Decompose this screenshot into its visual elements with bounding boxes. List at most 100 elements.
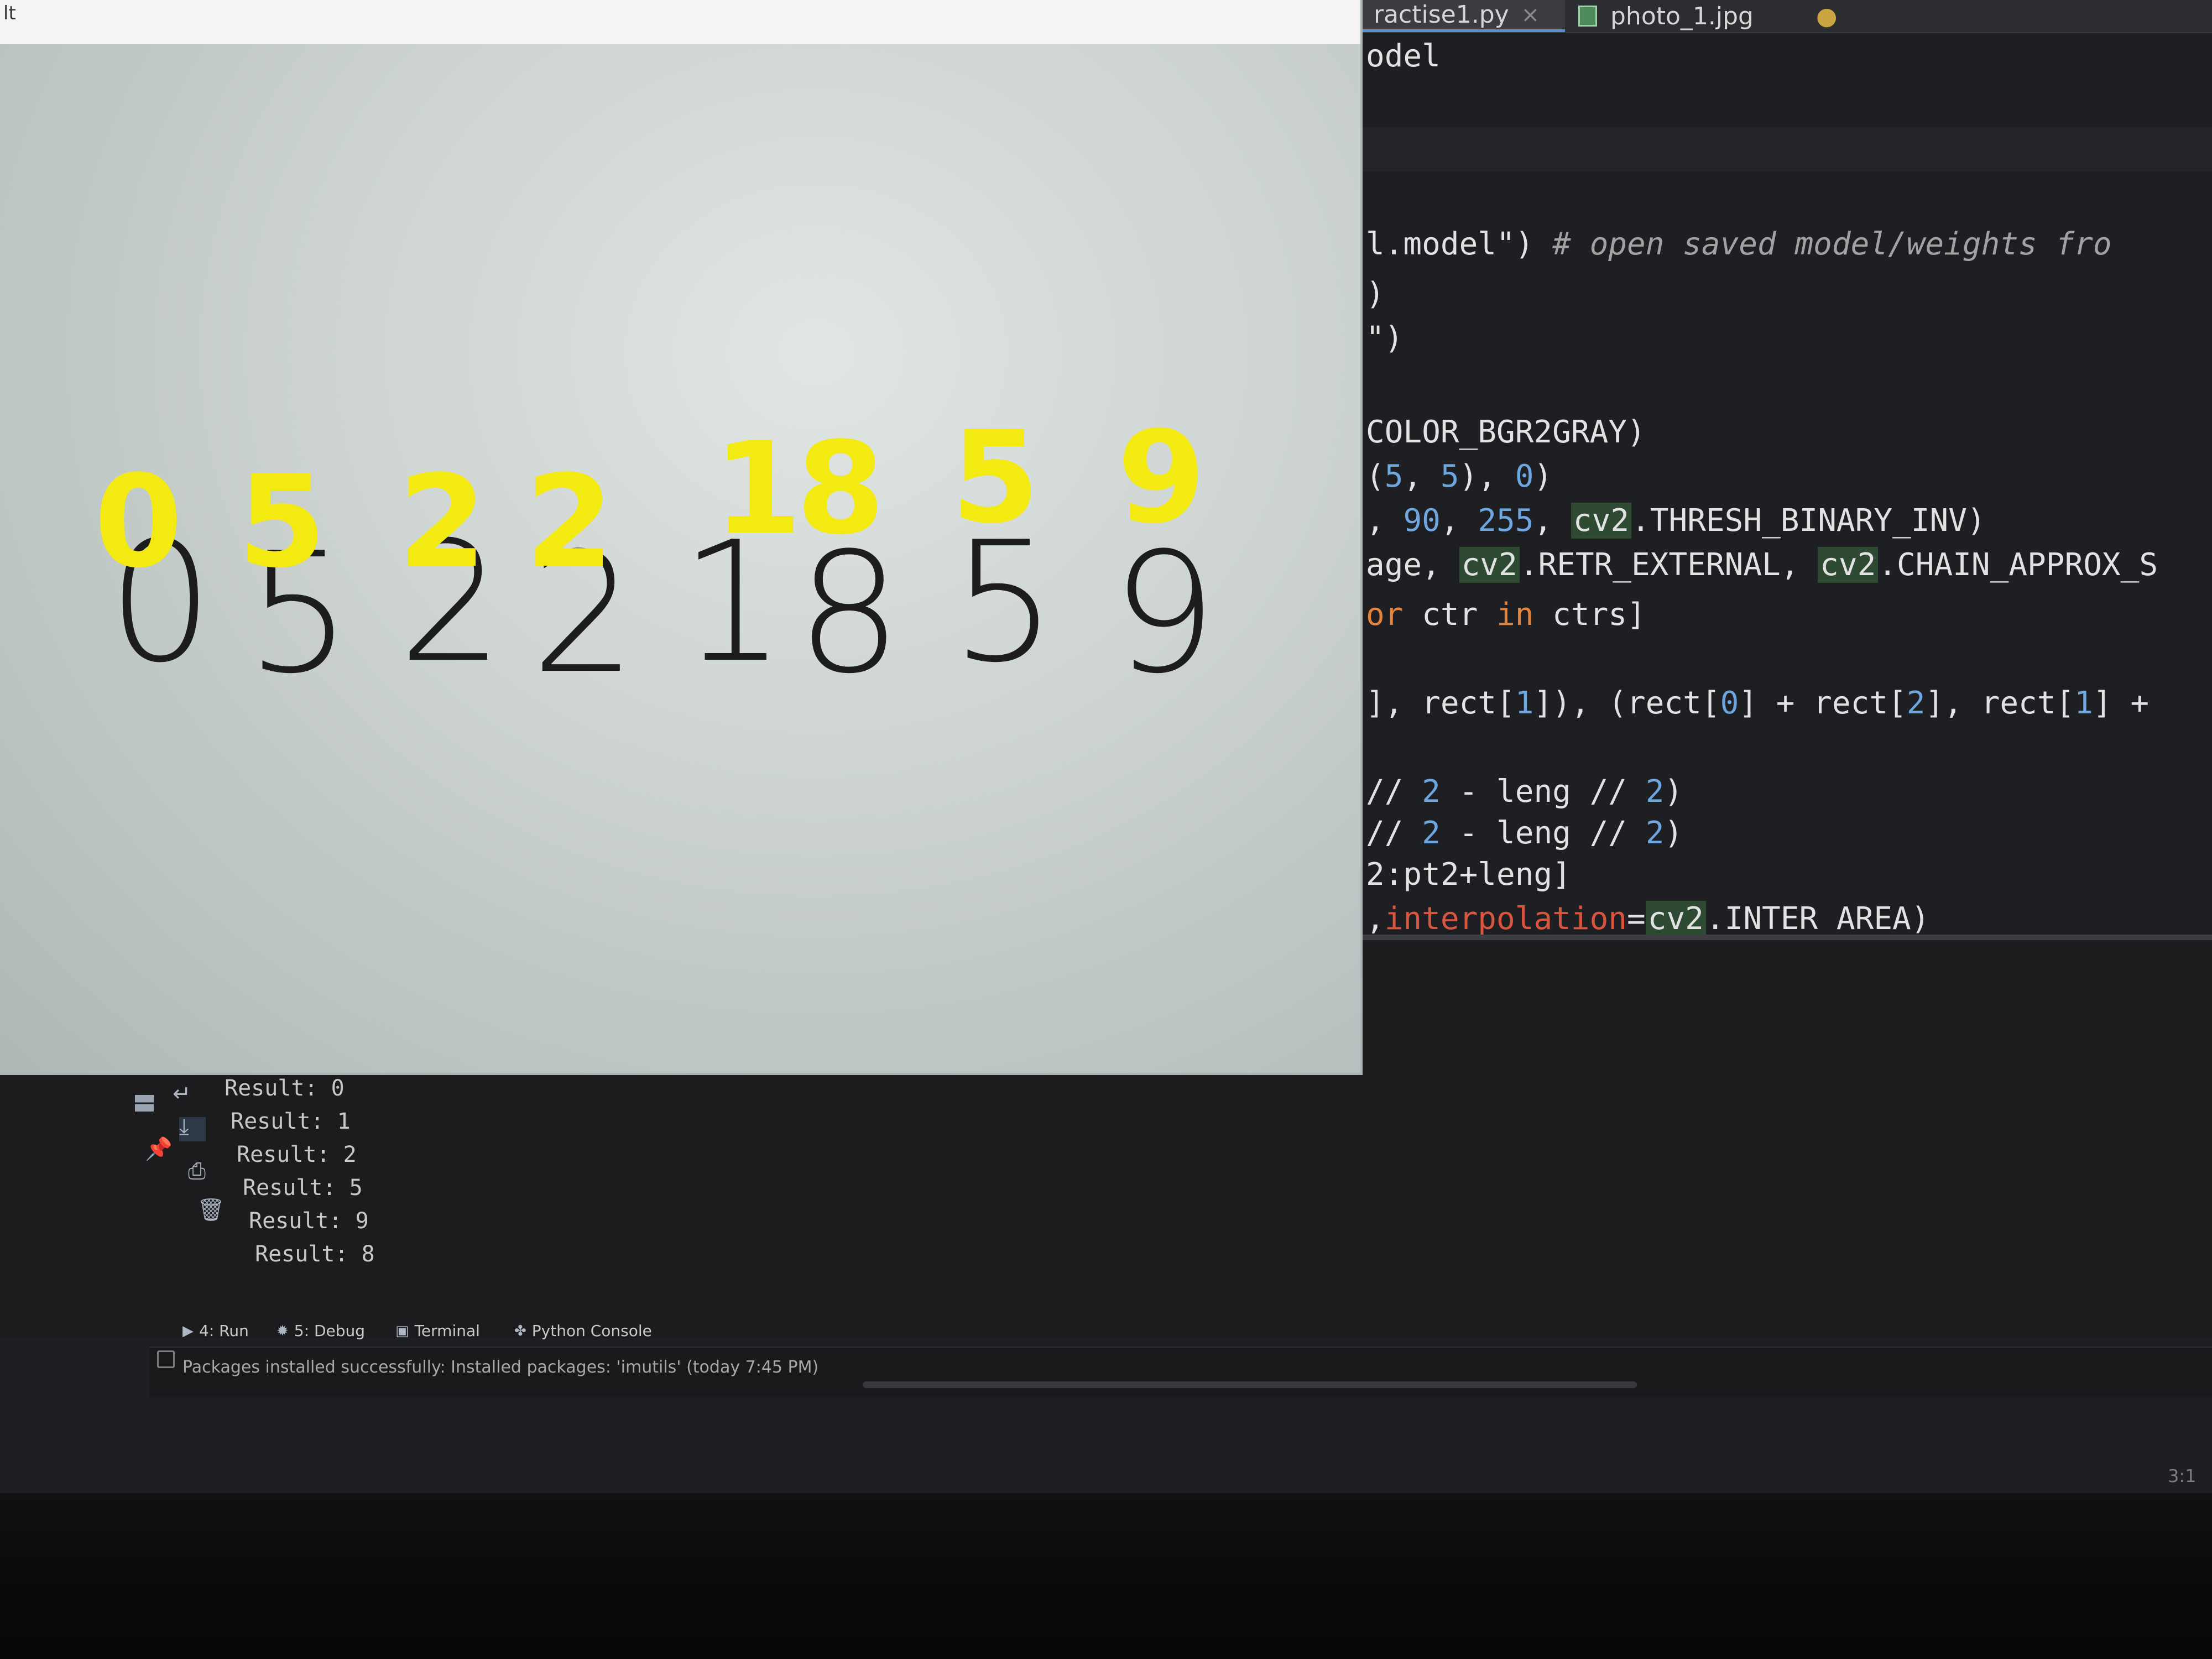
tool-tab-debug[interactable]: ✹ 5: Debug [276,1322,365,1340]
window-title: lt [3,2,16,24]
code-token: ] + rect[ [1739,685,1907,721]
code-token: ], rect[ [1925,685,2075,721]
predicted-digit-label: 8 [796,415,885,563]
event-log-icon[interactable] [157,1350,175,1368]
code-token: ), [1459,458,1515,494]
code-line[interactable]: COLOR_BGR2GRAY) [1366,415,1646,450]
code-token: .THRESH_BINARY_INV) [1631,503,1986,539]
result-line: Result: 9 [249,1208,369,1234]
predicted-digit-label: 5 [238,448,327,596]
code-token: cv2 [1459,547,1520,583]
predicted-digit-label: 2 [525,448,614,596]
code-token: 5 [1440,458,1459,494]
code-token: , [1533,503,1571,539]
monitor-bezel [0,1493,2212,1659]
code-token: 2 [1422,774,1441,810]
tab-label: ● [1816,2,1838,30]
soft-wrap-icon[interactable]: ↵ [173,1083,195,1105]
code-token: ctr [1403,597,1497,633]
code-token: = [1627,901,1646,937]
predicted-digit-label: 9 [1117,404,1206,552]
tab-practise1-py[interactable]: ractise1.py × [1360,0,1565,32]
code-token: ") [1366,320,1404,356]
code-token: odel [1366,38,1441,74]
code-token: 5 [1384,458,1404,494]
tool-tab-label: 5: Debug [294,1322,366,1340]
code-line[interactable]: age, cv2.RETR_EXTERNAL, cv2.CHAIN_APPROX… [1366,547,2158,583]
code-line[interactable]: odel [1366,39,1441,74]
code-token: , [1366,503,1404,539]
code-token: cv2 [1818,547,1879,583]
code-token: ctrs] [1533,597,1646,633]
horizontal-scrollbar[interactable] [863,1381,1637,1388]
tool-tab-label: Terminal [414,1322,480,1340]
tool-tab-label: Python Console [531,1322,652,1340]
code-token: .CHAIN_APPROX_S [1878,547,2158,583]
code-line[interactable]: ) [1366,276,1385,312]
layout-icon[interactable] [135,1095,154,1112]
code-token: - leng // [1440,774,1646,810]
code-token: .INTER_AREA) [1705,901,1930,937]
code-token: l.model") [1366,226,1534,262]
python-icon: ✤ [514,1322,526,1339]
predicted-digit-label: 0 [94,448,183,596]
close-icon[interactable]: × [1521,2,1540,28]
code-token: ( [1366,458,1385,494]
predicted-digit-label: 1 [713,415,802,563]
pin-icon[interactable]: 📌 [145,1138,173,1160]
editor-highlight-strip [1360,127,2212,171]
tool-tab-terminal[interactable]: ▣ Terminal [395,1322,480,1340]
predicted-digit-label: 2 [398,448,487,596]
predicted-digit-label: 5 [951,404,1040,552]
editor-tab-strip: ractise1.py × photo_1.jpg ● [1360,0,2212,33]
code-token: 1 [1515,685,1534,721]
handwritten-digit: 9 [1112,517,1217,710]
code-line[interactable]: (5, 5), 0) [1366,459,1552,494]
code-line[interactable]: , 90, 255, cv2.THRESH_BINARY_INV) [1366,503,1986,539]
code-line[interactable]: // 2 - leng // 2) [1366,774,1683,810]
code-line[interactable]: 2:pt2+leng] [1366,857,1571,893]
result-line: Result: 2 [237,1142,357,1167]
code-token: , [1440,503,1478,539]
tool-tab-run[interactable]: ▶ 4: Run [182,1322,249,1340]
code-token: ], rect[ [1366,685,1515,721]
run-icon: ▶ [182,1322,194,1339]
code-line[interactable]: or ctr in ctrs] [1366,597,1646,633]
code-token: , [1403,458,1441,494]
code-token: ] + [2093,685,2150,721]
code-token: age, [1366,547,1459,583]
code-line[interactable]: ], rect[1]), (rect[0] + rect[2], rect[1]… [1366,686,2149,721]
tab-photo-jpg[interactable]: photo_1.jpg [1565,0,1797,32]
code-token: ) [1664,774,1683,810]
code-token: - leng // [1440,815,1646,851]
code-token: cv2 [1645,901,1706,937]
code-line[interactable]: // 2 - leng // 2) [1366,816,1683,851]
window-titlebar[interactable]: lt [0,0,1360,45]
scroll-to-end-icon[interactable]: ⤓ [179,1116,206,1141]
terminal-icon: ▣ [395,1322,409,1339]
result-line: Result: 8 [255,1241,375,1267]
code-line[interactable]: ") [1366,321,1403,356]
code-token: .RETR_EXTERNAL, [1519,547,1818,583]
code-token: 0 [1515,458,1534,494]
code-token: // [1366,774,1422,810]
bug-icon: ✹ [276,1322,289,1339]
trash-icon[interactable]: 🗑 [197,1199,225,1221]
status-message[interactable]: Packages installed successfully: Install… [182,1358,818,1377]
tool-tab-python-console[interactable]: ✤ Python Console [514,1322,652,1340]
code-token: in [1496,597,1534,633]
caret-position[interactable]: 3:1 [2168,1465,2197,1486]
code-line[interactable]: l.model") # open saved model/weights fro [1366,227,2112,262]
code-token: # open saved model/weights fro [1533,226,2112,262]
code-token: 2 [1645,815,1665,851]
code-token: , [1366,901,1385,937]
tool-tab-label: 4: Run [199,1322,249,1340]
result-line: Result: 1 [231,1109,351,1134]
code-line[interactable]: ,interpolation=cv2.INTER_AREA) [1366,901,1929,937]
code-token: interpolation [1384,901,1627,937]
code-token: 2 [1645,774,1665,810]
tab-overflow[interactable]: ● [1803,0,1880,32]
print-icon[interactable]: ⎙ [188,1160,210,1182]
image-file-icon [1578,6,1597,27]
code-token: 0 [1720,685,1739,721]
